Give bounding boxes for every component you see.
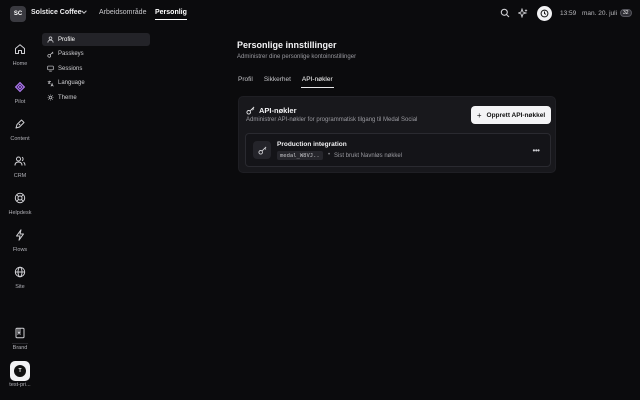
monitor-icon xyxy=(47,65,54,72)
rail-item-flows[interactable]: Flows xyxy=(0,229,40,253)
settings-nav-label: Passkeys xyxy=(58,51,84,57)
rail-item-content[interactable]: Content xyxy=(0,118,40,142)
user-initial: T xyxy=(14,365,26,377)
tab-workspace[interactable]: Arbeidsområde xyxy=(99,9,146,16)
tab-api-keys[interactable]: API-nøkler xyxy=(300,74,334,88)
users-icon xyxy=(14,156,26,166)
tab-security[interactable]: Sikkerhet xyxy=(263,74,292,88)
rail-label: Site xyxy=(15,284,25,290)
chevron-down-icon[interactable] xyxy=(80,8,88,16)
tab-profile[interactable]: Profil xyxy=(237,74,254,88)
clock-button[interactable] xyxy=(537,6,552,21)
notification-badge[interactable]: 32 xyxy=(620,9,632,17)
rail-item-helpdesk[interactable]: Helpdesk xyxy=(0,192,40,216)
app-root: SC Solstice Coffee Arbeidsområde Personl… xyxy=(0,0,640,400)
sparkles-icon[interactable] xyxy=(518,8,528,18)
api-keys-description: Administrer API-nøkler for programmatisk… xyxy=(246,117,418,123)
settings-nav-language[interactable]: Language xyxy=(42,77,150,90)
rail-item-brand[interactable]: Brand xyxy=(0,327,40,351)
settings-nav-label: Profile xyxy=(58,36,76,43)
pen-nib-icon xyxy=(15,119,25,129)
top-bar: SC Solstice Coffee Arbeidsområde Personl… xyxy=(0,0,640,28)
rail-item-crm[interactable]: CRM xyxy=(0,155,40,179)
rail-label: CRM xyxy=(13,173,27,179)
key-icon xyxy=(47,51,54,58)
lifebuoy-icon xyxy=(14,192,26,204)
rail-label: Pilot xyxy=(14,99,26,105)
rail-label: Flows xyxy=(12,247,28,253)
create-api-key-button[interactable]: + Opprett API-nøkkel xyxy=(471,106,551,124)
translate-icon xyxy=(47,80,54,87)
rail-item-pilot[interactable]: Pilot xyxy=(0,81,40,105)
home-icon xyxy=(15,44,25,54)
api-key-last-used: Sist brukt Navnløs nøkkel xyxy=(334,153,403,159)
rail-item-site[interactable]: Site xyxy=(0,266,40,290)
workspace-name[interactable]: Solstice Coffee xyxy=(31,9,82,16)
api-key-name: Production integration xyxy=(277,141,347,148)
pilot-icon xyxy=(14,81,26,93)
rail-label: Content xyxy=(10,136,30,142)
sun-icon xyxy=(47,94,54,101)
user-label: test-pri... xyxy=(9,382,31,388)
api-key-separator: • xyxy=(328,152,331,158)
user-avatar[interactable]: T xyxy=(10,361,30,381)
page-subtitle: Administrer dine personlige kontoinnstil… xyxy=(237,54,357,60)
settings-nav-profile[interactable]: Profile xyxy=(42,33,150,46)
settings-nav-theme[interactable]: Theme xyxy=(42,91,150,104)
settings-nav: Profile Passkeys Sessions Language Theme xyxy=(42,33,150,106)
api-keys-card: API-nøkler Administrer API-nøkler for pr… xyxy=(238,96,556,173)
key-icon xyxy=(257,146,266,155)
settings-nav-label: Sessions xyxy=(58,65,83,72)
settings-nav-sessions[interactable]: Sessions xyxy=(42,62,150,75)
user-icon xyxy=(47,36,54,43)
lightning-icon xyxy=(16,229,24,241)
settings-nav-label: Language xyxy=(58,80,85,86)
page-title: Personlige innstillinger xyxy=(237,40,337,50)
main-rail: Home Pilot Content CRM Helpdesk Flows Si… xyxy=(0,28,40,400)
workspace-avatar[interactable]: SC xyxy=(10,6,26,22)
rail-label: Helpdesk xyxy=(8,210,32,216)
settings-nav-label: Theme xyxy=(58,94,77,101)
api-keys-title: API-nøkler xyxy=(246,106,297,115)
globe-icon xyxy=(14,266,26,278)
settings-tabs: Profil Sikkerhet API-nøkler xyxy=(237,74,343,88)
key-icon xyxy=(246,106,255,115)
api-keys-title-text: API-nøkler xyxy=(259,106,297,115)
api-key-icon-box xyxy=(253,141,271,159)
create-api-key-label: Opprett API-nøkkel xyxy=(486,111,546,119)
more-options-button[interactable]: ••• xyxy=(529,143,543,157)
tab-personal[interactable]: Personlig xyxy=(155,9,187,20)
api-key-prefix: medal_W8VJ.. xyxy=(277,151,323,160)
rail-item-home[interactable]: Home xyxy=(0,43,40,67)
search-icon[interactable] xyxy=(500,8,510,18)
plus-icon: + xyxy=(476,110,482,120)
current-time: 13:59 xyxy=(560,10,577,17)
book-icon xyxy=(15,327,25,339)
rail-label: Home xyxy=(12,61,28,67)
api-key-row: Production integration medal_W8VJ.. • Si… xyxy=(245,133,551,167)
rail-label: Brand xyxy=(12,345,28,351)
current-date: man. 20. juli xyxy=(582,10,618,17)
clock-icon xyxy=(540,9,549,18)
settings-nav-passkeys[interactable]: Passkeys xyxy=(42,48,150,61)
